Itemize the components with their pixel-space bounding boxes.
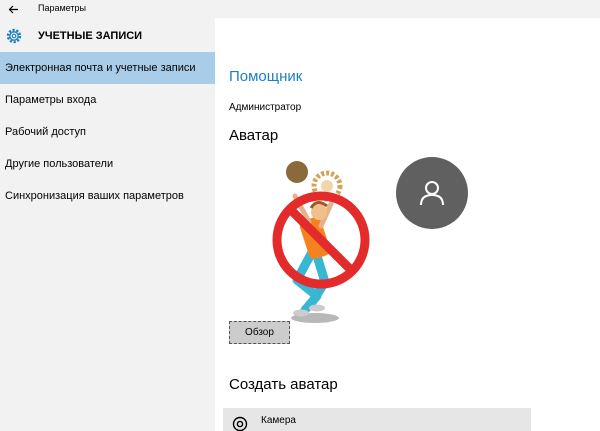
camera-option[interactable]: Камера: [223, 408, 531, 431]
account-role: Администратор: [229, 102, 302, 113]
account-name: Помощник: [229, 68, 303, 85]
window-title: Параметры: [38, 3, 86, 13]
gear-icon: [6, 28, 22, 44]
sidebar-item-label: Другие пользователи: [5, 158, 114, 170]
sidebar-item-label: Рабочий доступ: [5, 126, 86, 138]
avatar-picture: [272, 161, 370, 323]
sidebar-item-work-access[interactable]: Рабочий доступ: [0, 116, 215, 148]
sidebar-item-label: Параметры входа: [5, 94, 97, 106]
default-avatar: [396, 157, 468, 229]
camera-icon: [232, 416, 248, 431]
sidebar-item-other-users[interactable]: Другие пользователи: [0, 148, 215, 180]
back-button[interactable]: [6, 2, 20, 16]
browse-button[interactable]: Обзор: [229, 321, 290, 344]
camera-label: Камера: [261, 415, 296, 426]
sidebar-item-email-accounts[interactable]: Электронная почта и учетные записи: [0, 52, 215, 84]
create-avatar-heading: Создать аватар: [229, 376, 338, 393]
page-title: УЧЕТНЫЕ ЗАПИСИ: [38, 30, 143, 42]
sidebar-item-label: Синхронизация ваших параметров: [5, 190, 184, 202]
avatar-heading: Аватар: [229, 127, 279, 144]
title-bar: Параметры: [0, 0, 600, 18]
sidebar-item-sync-settings[interactable]: Синхронизация ваших параметров: [0, 180, 215, 212]
main-content: Помощник Администратор Аватар Обзор Созд…: [215, 18, 600, 431]
sidebar-item-sign-in-options[interactable]: Параметры входа: [0, 84, 215, 116]
arrow-left-icon: [8, 5, 18, 13]
sidebar-item-label: Электронная почта и учетные записи: [5, 62, 196, 74]
page-header: УЧЕТНЫЕ ЗАПИСИ: [0, 18, 215, 52]
sidebar-nav: Электронная почта и учетные записи Парам…: [0, 52, 215, 212]
user-icon: [420, 181, 444, 206]
